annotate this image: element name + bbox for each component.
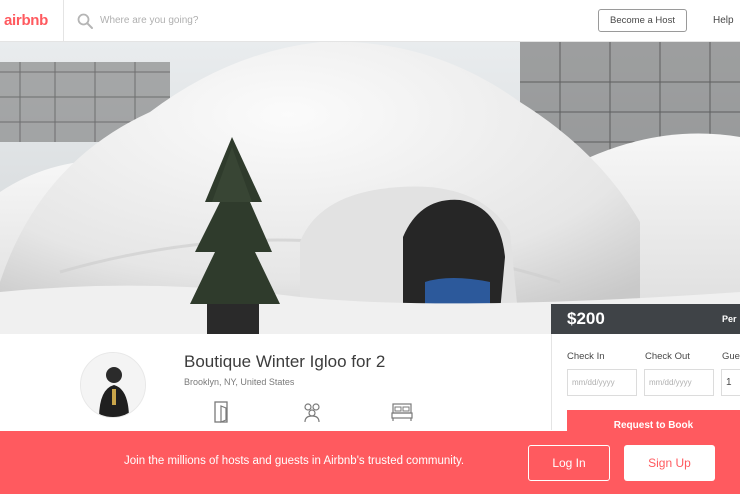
host-avatar[interactable] (80, 352, 146, 418)
sign-up-button[interactable]: Sign Up (624, 445, 715, 481)
listing-title: Boutique Winter Igloo for 2 (184, 352, 386, 371)
search-icon (77, 13, 93, 29)
become-host-button[interactable]: Become a Host (598, 9, 687, 32)
door-icon (214, 401, 228, 423)
search-input[interactable] (100, 15, 360, 26)
room-type-amenity (210, 400, 238, 426)
signup-banner: Join the millions of hosts and guests in… (0, 431, 740, 494)
guests-label: Gue (722, 351, 740, 362)
beds-amenity (390, 400, 418, 426)
guests-value: 1 (726, 377, 732, 388)
check-in-placeholder: mm/dd/yyyy (572, 378, 615, 387)
check-out-placeholder: mm/dd/yyyy (649, 378, 692, 387)
check-in-label: Check In (567, 351, 605, 362)
price-per-label: Per (722, 314, 737, 324)
igloo-photo (0, 42, 740, 334)
top-navbar: airbnb Become a Host Help (0, 0, 740, 42)
listing-photo[interactable] (0, 42, 740, 334)
host-photo (81, 353, 145, 417)
nightly-price: $200 (567, 309, 605, 328)
bed-icon (391, 403, 413, 421)
help-link[interactable]: Help (713, 15, 734, 26)
log-in-button[interactable]: Log In (528, 445, 610, 481)
price-bar: $200 Per (551, 304, 740, 334)
check-out-label: Check Out (645, 351, 690, 362)
listing-info: Boutique Winter Igloo for 2 Brooklyn, NY… (0, 334, 551, 430)
check-out-field[interactable]: mm/dd/yyyy (644, 369, 714, 396)
guests-amenity (300, 400, 328, 426)
banner-message: Join the millions of hosts and guests in… (124, 455, 465, 467)
logo-text: airbnb (4, 12, 49, 29)
guests-icon (304, 403, 320, 423)
airbnb-logo[interactable]: airbnb (0, 0, 64, 42)
listing-location[interactable]: Brooklyn, NY, United States (184, 377, 294, 387)
guests-select[interactable]: 1 (721, 369, 740, 396)
check-in-field[interactable]: mm/dd/yyyy (567, 369, 637, 396)
